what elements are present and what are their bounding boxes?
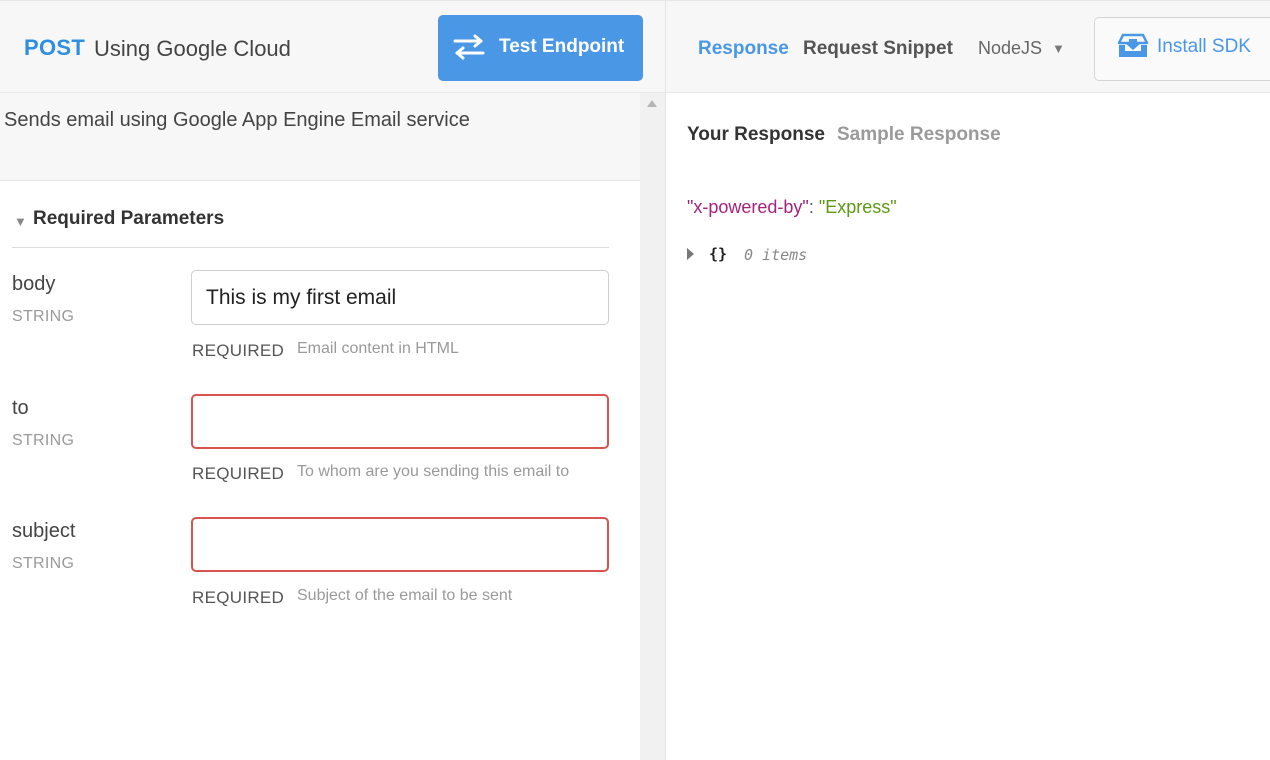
param-type-subject: STRING: [12, 555, 75, 572]
response-header-value: "Express": [818, 197, 897, 217]
param-help-subject: Subject of the email to be sent: [297, 587, 513, 604]
language-select[interactable]: NodeJS: [978, 38, 1042, 59]
endpoint-description-box: Sends email using Google App Engine Emai…: [0, 93, 640, 181]
install-sdk-button[interactable]: Install SDK: [1094, 17, 1270, 81]
params-scroll-area[interactable]: Sends email using Google App Engine Emai…: [0, 93, 640, 760]
endpoint-header: POST Using Google Cloud Test Endpoint: [0, 0, 665, 93]
http-method: POST: [24, 35, 86, 60]
response-header-line: "x-powered-by": "Express": [687, 197, 897, 218]
response-header-bar: Response Request Snippet NodeJS ▼ Instal…: [666, 0, 1270, 93]
endpoint-panel: POST Using Google Cloud Test Endpoint Se…: [0, 0, 665, 760]
json-item-count: 0 items: [744, 246, 808, 264]
response-panel: Response Request Snippet NodeJS ▼ Instal…: [665, 0, 1270, 760]
body-input[interactable]: [191, 270, 609, 325]
params-scrollbar[interactable]: [640, 93, 665, 760]
endpoint-title: Using Google Cloud: [94, 36, 291, 61]
endpoint-description: Sends email using Google App Engine Emai…: [4, 109, 470, 131]
caret-down-icon[interactable]: ▼: [1052, 41, 1065, 56]
to-input[interactable]: [191, 394, 609, 449]
param-help-to: To whom are you sending this email to: [297, 463, 570, 480]
param-type-body: STRING: [12, 308, 75, 325]
response-header-key: "x-powered-by": [687, 197, 809, 217]
required-parameters-title: Required Parameters: [33, 208, 225, 229]
required-parameters-header[interactable]: ▼ Required Parameters: [12, 208, 609, 248]
param-required-body: REQUIRED: [192, 341, 285, 360]
tab-sample-response[interactable]: Sample Response: [837, 124, 1001, 146]
tab-response[interactable]: Response: [698, 38, 789, 60]
param-required-to: REQUIRED: [192, 464, 285, 483]
subject-input[interactable]: [191, 517, 609, 572]
swap-arrows-icon: [453, 34, 485, 60]
download-tray-icon: [1117, 33, 1149, 57]
install-sdk-label: Install SDK: [1157, 36, 1251, 57]
response-header-colon: :: [808, 197, 819, 217]
param-help-body: Email content in HTML: [297, 340, 459, 357]
test-endpoint-label: Test Endpoint: [499, 36, 625, 57]
triangle-down-icon: ▼: [14, 214, 27, 229]
param-required-subject: REQUIRED: [192, 588, 285, 607]
triangle-right-icon[interactable]: [687, 248, 694, 260]
tab-request-snippet[interactable]: Request Snippet: [803, 38, 953, 60]
tab-your-response[interactable]: Your Response: [687, 124, 825, 146]
test-endpoint-button[interactable]: Test Endpoint: [438, 15, 643, 81]
param-type-to: STRING: [12, 432, 75, 449]
scroll-up-arrow-icon[interactable]: [647, 100, 657, 107]
param-name-subject: subject: [12, 520, 76, 542]
json-brace: {}: [709, 245, 728, 263]
param-name-body: body: [12, 273, 56, 295]
param-name-to: to: [12, 397, 29, 419]
